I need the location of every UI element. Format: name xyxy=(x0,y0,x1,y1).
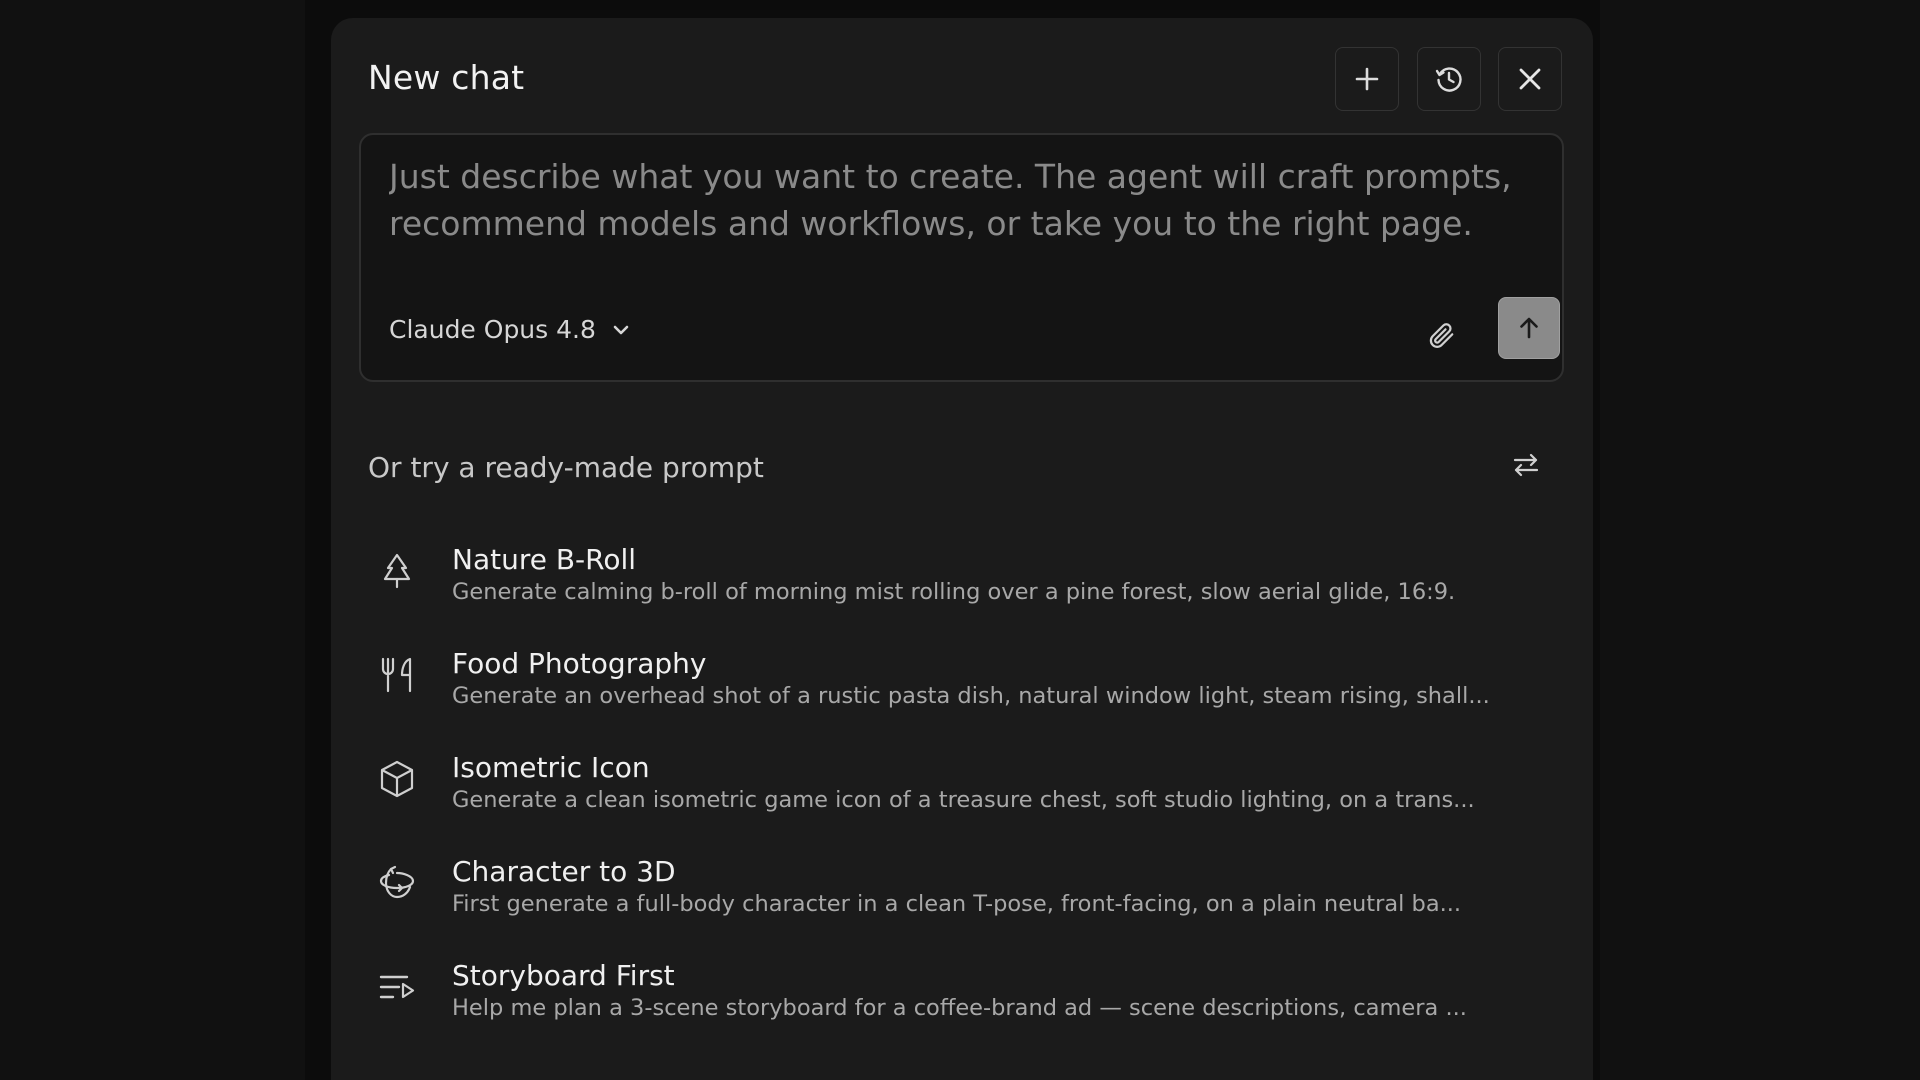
prompt-description: Generate calming b-roll of morning mist … xyxy=(452,579,1456,605)
close-button[interactable] xyxy=(1498,47,1562,111)
prompt-item-storyboard-first[interactable]: Storyboard First Help me plan a 3-scene … xyxy=(361,949,1561,1053)
paperclip-icon xyxy=(1429,323,1454,348)
prompt-title: Food Photography xyxy=(452,647,707,680)
rotate-3d-icon xyxy=(375,861,419,905)
prompt-description: Generate a clean isometric game icon of … xyxy=(452,787,1475,813)
dimmed-background-left xyxy=(0,0,305,1080)
cube-icon xyxy=(375,757,419,801)
list-video-icon xyxy=(375,965,419,1009)
send-button[interactable] xyxy=(1498,297,1560,359)
prompt-item-nature-b-roll[interactable]: Nature B-Roll Generate calming b-roll of… xyxy=(361,533,1561,637)
new-chat-button[interactable] xyxy=(1335,47,1399,111)
prompt-item-isometric-icon[interactable]: Isometric Icon Generate a clean isometri… xyxy=(361,741,1561,845)
chevron-down-icon xyxy=(613,325,629,334)
fork-knife-icon xyxy=(375,653,419,697)
shuffle-prompts-button[interactable] xyxy=(1501,440,1551,490)
prompt-item-food-photography[interactable]: Food Photography Generate an overhead sh… xyxy=(361,637,1561,741)
new-chat-panel: New chat Claude Opus 4.8 xyxy=(331,18,1593,1080)
prompt-title: Isometric Icon xyxy=(452,751,650,784)
panel-title: New chat xyxy=(368,58,525,97)
prompt-title: Character to 3D xyxy=(452,855,676,888)
history-icon xyxy=(1435,67,1462,92)
chat-composer: Claude Opus 4.8 xyxy=(359,133,1564,382)
history-button[interactable] xyxy=(1417,47,1481,111)
prompt-input[interactable] xyxy=(389,153,1539,263)
ready-made-prompts-heading: Or try a ready-made prompt xyxy=(368,451,764,484)
close-icon xyxy=(1519,68,1541,90)
dimmed-background-right xyxy=(1600,0,1920,1080)
shuffle-icon xyxy=(1513,453,1539,477)
prompt-title: Storyboard First xyxy=(452,959,675,992)
tree-icon xyxy=(375,549,419,593)
model-selector[interactable]: Claude Opus 4.8 xyxy=(389,315,632,344)
arrow-up-icon xyxy=(1520,317,1538,339)
prompt-description: Help me plan a 3-scene storyboard for a … xyxy=(452,995,1467,1021)
plus-icon xyxy=(1355,67,1379,91)
prompt-description: First generate a full-body character in … xyxy=(452,891,1462,917)
prompt-description: Generate an overhead shot of a rustic pa… xyxy=(452,683,1490,709)
prompt-title: Nature B-Roll xyxy=(452,543,637,576)
prompt-item-character-to-3d[interactable]: Character to 3D First generate a full-bo… xyxy=(361,845,1561,949)
model-selector-label: Claude Opus 4.8 xyxy=(389,315,596,344)
prompt-list: Nature B-Roll Generate calming b-roll of… xyxy=(361,533,1561,1053)
attach-button[interactable] xyxy=(1416,310,1466,360)
